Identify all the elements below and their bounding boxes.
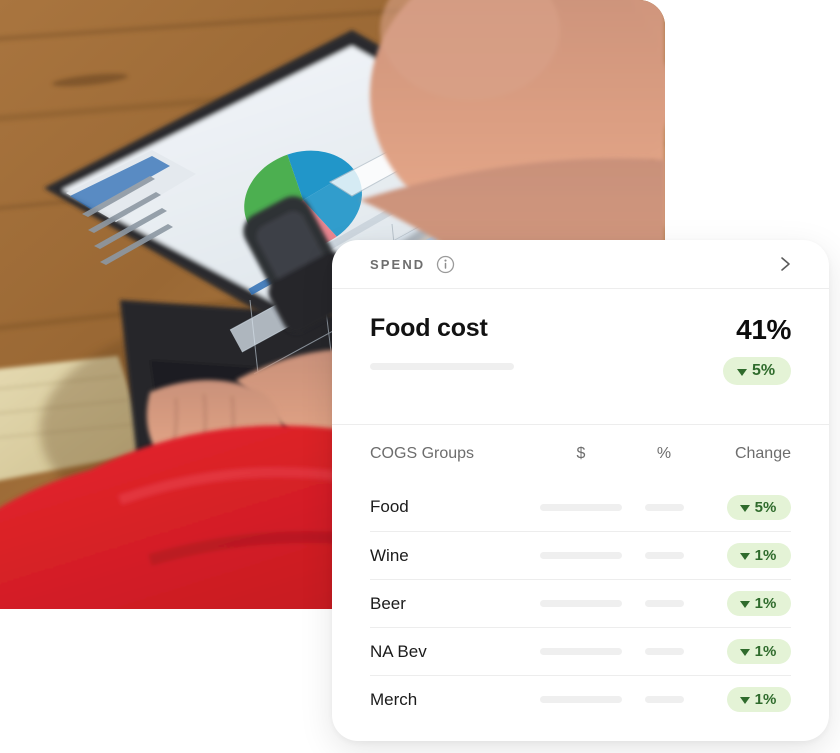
card-header: SPEND [332, 240, 829, 288]
row-name: Merch [370, 689, 418, 709]
triangle-down-icon [739, 601, 750, 608]
row-change-cell: 1% [695, 543, 791, 568]
row-dollar-placeholder-bar [540, 600, 622, 607]
row-dollar-placeholder-bar [540, 503, 622, 511]
row-name: NA Bev [370, 641, 427, 661]
row-change-value: 1% [754, 595, 777, 612]
row-change-badge: 1% [727, 687, 791, 712]
row-name: Food [370, 497, 409, 516]
row-percent-placeholder-bar [644, 503, 684, 511]
row-dollar-cell [529, 600, 633, 607]
row-change-badge: 5% [727, 494, 791, 520]
row-change-value: 1% [754, 643, 777, 660]
hero-placeholder-bar [370, 362, 514, 370]
row-percent-cell [633, 600, 695, 607]
spend-label: SPEND [370, 256, 426, 272]
hero-title: Food cost [370, 314, 488, 342]
column-header-dollar: $ [576, 445, 586, 462]
row-change-cell: 1% [695, 591, 791, 616]
screen-root: SPEND Food cost 41% 5% COGS Groups $ % C… [0, 0, 840, 753]
row-name: Wine [370, 545, 409, 565]
triangle-down-icon [739, 649, 750, 656]
row-change-cell: 1% [695, 687, 791, 712]
row-percent-placeholder-bar [644, 648, 684, 655]
table-row[interactable]: Food 5% [370, 483, 791, 531]
cogs-table: COGS Groups $ % Change Food 5% Wine 1% Beer 1… [332, 425, 829, 723]
info-circle-icon[interactable] [436, 255, 455, 274]
hero-change-value: 5% [751, 362, 776, 380]
row-dollar-cell [529, 696, 633, 703]
row-change-cell: 5% [695, 494, 791, 520]
row-dollar-placeholder-bar [540, 648, 622, 655]
hero-value: 41% [736, 314, 791, 345]
row-change-value: 1% [754, 691, 777, 708]
row-percent-cell [633, 648, 695, 655]
row-dollar-placeholder-bar [540, 696, 622, 703]
triangle-down-icon [739, 553, 750, 560]
hero-change-badge: 5% [723, 357, 791, 386]
row-percent-placeholder-bar [644, 696, 684, 703]
column-header-percent: % [656, 445, 672, 462]
spend-card: SPEND Food cost 41% 5% COGS Groups $ % C… [332, 240, 829, 741]
row-dollar-cell [529, 503, 633, 511]
row-name: Beer [370, 593, 406, 613]
row-percent-cell [633, 696, 695, 703]
table-header-row: COGS Groups $ % Change [370, 425, 791, 483]
row-change-badge: 1% [727, 639, 791, 664]
table-row[interactable]: Beer 1% [370, 579, 791, 627]
row-change-cell: 1% [695, 639, 791, 664]
chevron-right-icon[interactable] [777, 256, 793, 272]
row-percent-placeholder-bar [644, 552, 684, 559]
triangle-down-icon [739, 504, 750, 512]
row-change-badge: 1% [727, 591, 791, 616]
triangle-down-icon [736, 368, 747, 376]
row-change-badge: 1% [727, 543, 791, 568]
hero-metric: Food cost 41% 5% [332, 289, 829, 424]
row-percent-cell [633, 552, 695, 559]
row-dollar-cell [529, 648, 633, 655]
triangle-down-icon [739, 697, 750, 704]
row-percent-placeholder-bar [644, 600, 684, 607]
row-percent-cell [633, 503, 695, 511]
table-row[interactable]: NA Bev 1% [370, 627, 791, 675]
column-header-name: COGS Groups [370, 445, 475, 462]
table-row[interactable]: Wine 1% [370, 531, 791, 579]
row-change-value: 1% [754, 547, 777, 564]
row-dollar-placeholder-bar [540, 552, 622, 559]
table-row[interactable]: Merch 1% [370, 675, 791, 723]
column-header-change: Change [734, 445, 791, 462]
row-dollar-cell [529, 552, 633, 559]
row-change-value: 5% [754, 498, 777, 516]
table-body: Food 5% Wine 1% Beer 1% NA Bev 1% Merch 1% [370, 483, 791, 723]
